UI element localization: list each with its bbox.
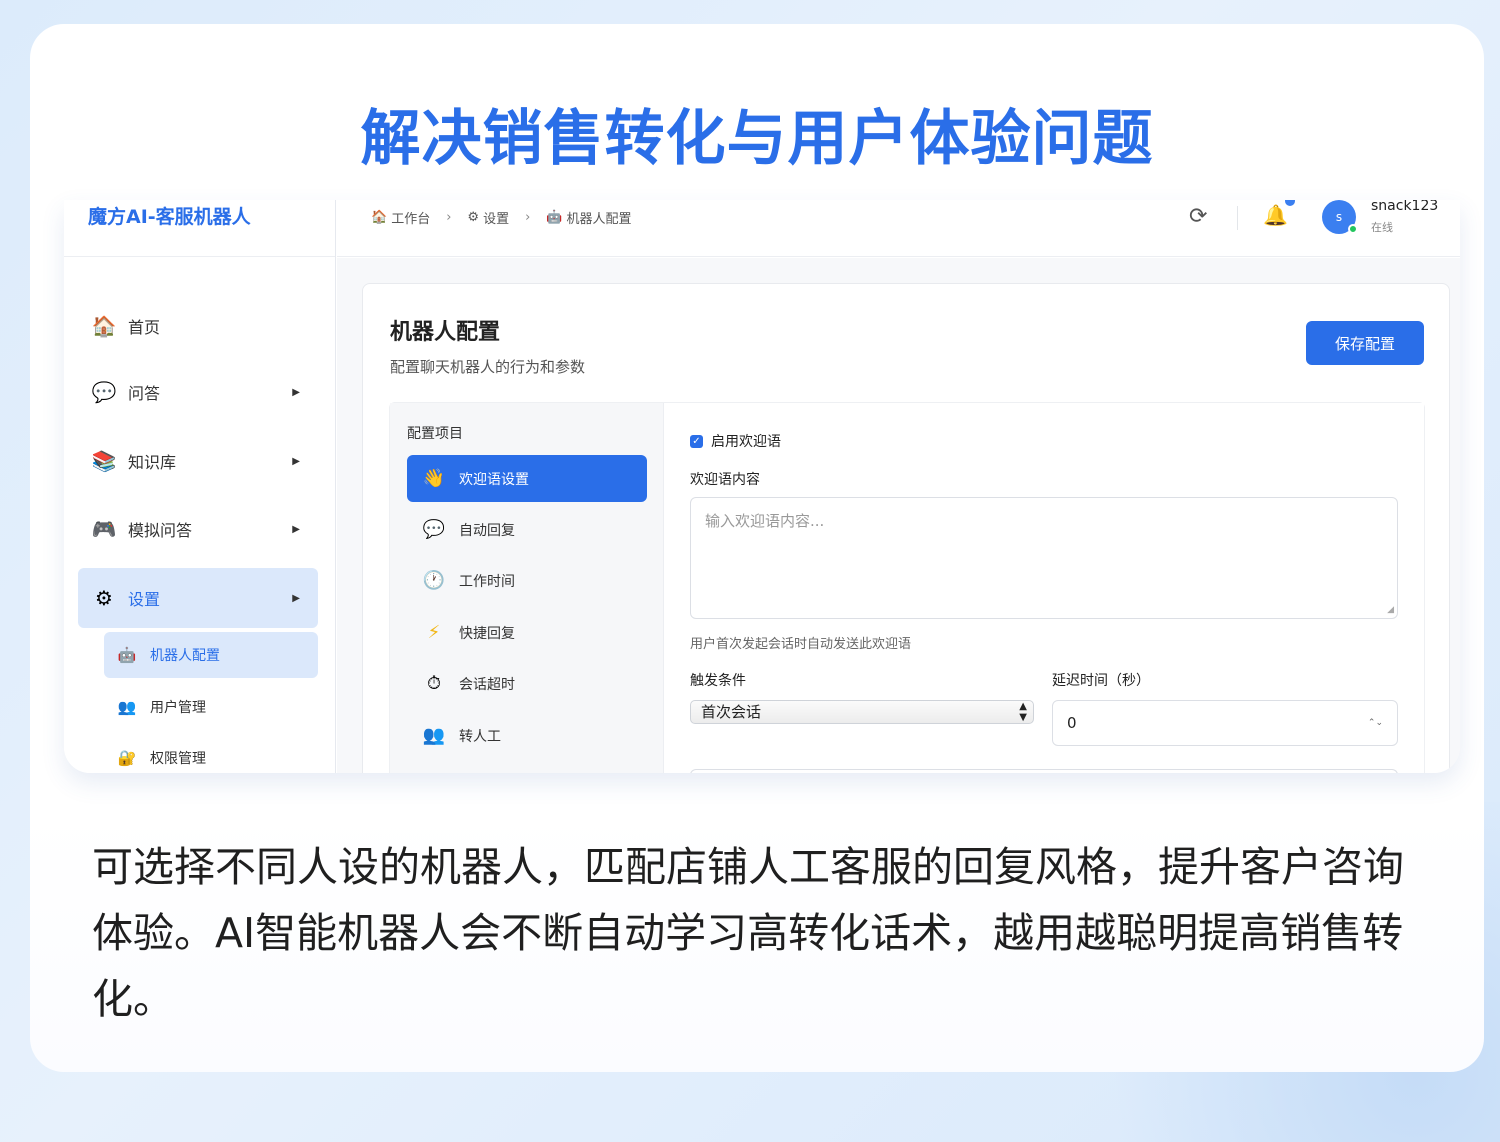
- enable-welcome-checkbox[interactable]: ✓: [690, 434, 703, 448]
- topbar: 🏠 工作台 › ⚙ 设置 › 🤖 机器人配置 ⟳ 🔔 s snack123 在线: [337, 200, 1460, 257]
- house-icon: 🏠: [91, 314, 117, 338]
- online-indicator: [1348, 224, 1358, 234]
- config-item-label: 欢迎语设置: [459, 471, 529, 488]
- sidebar-subitem-user-management[interactable]: 👥 用户管理: [104, 684, 318, 730]
- expand-arrow-icon: ▶: [292, 592, 300, 604]
- main-content: 机器人配置 配置聊天机器人的行为和参数 保存配置 配置项目 👋 欢迎语设置 💬 …: [337, 258, 1460, 773]
- lock-icon: 🔐: [117, 749, 137, 767]
- books-icon: 📚: [91, 449, 117, 473]
- speech-bubble-icon: 💬: [422, 519, 446, 540]
- delay-input[interactable]: 0 ⌃⌄: [1052, 700, 1398, 746]
- sidebar-subitem-permission[interactable]: 🔐 权限管理: [104, 735, 318, 773]
- config-area: 配置项目 👋 欢迎语设置 💬 自动回复 🕐 工作时间 ⚡ 快捷回复 ⏱ 会话超时…: [389, 402, 1425, 773]
- lightning-icon: ⚡: [427, 622, 441, 643]
- config-item-quick-reply[interactable]: ⚡ 快捷回复: [407, 609, 647, 656]
- notification-badge: [1283, 200, 1297, 208]
- save-config-button[interactable]: 保存配置: [1306, 321, 1424, 365]
- clock-icon: 🕐: [422, 570, 446, 591]
- sidebar-item-label: 首页: [128, 318, 161, 337]
- trigger-label: 触发条件: [690, 673, 746, 689]
- users-icon: 👥: [117, 698, 137, 716]
- select-arrows-icon: ▲ ▼: [1019, 701, 1027, 723]
- sidebar: 魔方AI-客服机器人 🏠 首页 💬 问答 ▶ 📚 知识库 ▶ 🎮 模拟问答 ▶: [64, 200, 336, 773]
- sidebar-item-home[interactable]: 🏠 首页: [78, 296, 318, 356]
- sidebar-item-knowledge[interactable]: 📚 知识库 ▶: [78, 431, 318, 491]
- headline: 解决销售转化与用户体验问题: [360, 104, 1154, 174]
- robot-config-panel: 机器人配置 配置聊天机器人的行为和参数 保存配置 配置项目 👋 欢迎语设置 💬 …: [362, 283, 1450, 773]
- robot-icon: 🤖: [117, 646, 137, 664]
- enable-welcome-label: 启用欢迎语: [711, 434, 781, 450]
- stepper-icon[interactable]: ⌃⌄: [1368, 701, 1383, 745]
- divider: [1237, 206, 1238, 230]
- trigger-select-value: 首次会话: [701, 703, 762, 721]
- textarea-placeholder: 输入欢迎语内容...: [705, 512, 825, 530]
- sidebar-subitem-label: 权限管理: [150, 751, 206, 767]
- config-item-session-timeout[interactable]: ⏱ 会话超时: [407, 660, 647, 707]
- breadcrumb-separator: ›: [446, 210, 452, 225]
- gear-icon: ⚙: [95, 586, 113, 610]
- expand-arrow-icon: ▶: [292, 523, 300, 535]
- sidebar-item-label: 设置: [128, 590, 161, 609]
- speech-bubble-icon: 💬: [91, 380, 117, 404]
- breadcrumb-workbench[interactable]: 工作台: [391, 208, 430, 227]
- enable-welcome-row: ✓ 启用欢迎语: [690, 431, 781, 451]
- welcome-form: ✓ 启用欢迎语 欢迎语内容 输入欢迎语内容... ◢ 用户首次发起会话时自动发送…: [690, 403, 1424, 773]
- config-item-welcome[interactable]: 👋 欢迎语设置: [407, 455, 647, 502]
- config-item-work-hours[interactable]: 🕐 工作时间: [407, 557, 647, 604]
- sidebar-item-qa[interactable]: 💬 问答 ▶: [78, 362, 318, 422]
- config-menu: 配置项目 👋 欢迎语设置 💬 自动回复 🕐 工作时间 ⚡ 快捷回复 ⏱ 会话超时…: [390, 403, 664, 773]
- refresh-icon[interactable]: ⟳: [1189, 204, 1207, 229]
- sidebar-item-label: 问答: [128, 384, 161, 403]
- config-item-label: 快捷回复: [459, 625, 515, 642]
- config-item-transfer-human[interactable]: 👥 转人工: [407, 712, 647, 759]
- robot-icon: 🤖: [546, 210, 563, 225]
- page-subtitle: 配置聊天机器人的行为和参数: [390, 358, 586, 376]
- description-text: 可选择不同人设的机器人，匹配店铺人工客服的回复风格，提升客户咨询体验。AI智能机…: [92, 843, 1404, 1023]
- house-icon: 🏠: [371, 210, 388, 225]
- welcome-hint: 用户首次发起会话时自动发送此欢迎语: [690, 637, 912, 652]
- bell-icon[interactable]: 🔔: [1263, 203, 1288, 227]
- welcome-content-textarea[interactable]: 输入欢迎语内容... ◢: [690, 497, 1398, 619]
- sidebar-item-label: 模拟问答: [128, 521, 193, 540]
- breadcrumb-separator: ›: [525, 210, 531, 225]
- sidebar-item-simulate[interactable]: 🎮 模拟问答 ▶: [78, 499, 318, 559]
- gamepad-icon: 🎮: [91, 517, 117, 541]
- stopwatch-icon: ⏱: [426, 673, 442, 694]
- sidebar-item-settings[interactable]: ⚙ 设置 ▶: [78, 568, 318, 628]
- user-name[interactable]: snack123: [1371, 200, 1438, 214]
- sidebar-subitem-label: 机器人配置: [150, 648, 220, 664]
- config-item-label: 转人工: [459, 728, 501, 745]
- app-screenshot: 魔方AI-客服机器人 🏠 首页 💬 问答 ▶ 📚 知识库 ▶ 🎮 模拟问答 ▶: [64, 200, 1460, 773]
- breadcrumb-robot-config: 机器人配置: [566, 212, 632, 227]
- config-item-label: 自动回复: [459, 522, 515, 539]
- users-icon: 👥: [422, 725, 446, 746]
- expand-arrow-icon: ▶: [292, 386, 300, 398]
- brand-title: 魔方AI-客服机器人: [64, 200, 335, 257]
- config-item-auto-reply[interactable]: 💬 自动回复: [407, 506, 647, 553]
- user-status: 在线: [1371, 221, 1393, 234]
- waving-hand-icon: 👋: [422, 468, 446, 489]
- breadcrumb: 🏠 工作台 › ⚙ 设置 › 🤖 机器人配置: [371, 208, 631, 227]
- promo-card: 解决销售转化与用户体验问题 魔方AI-客服机器人 🏠 首页 💬 问答 ▶ 📚 知…: [30, 24, 1484, 1072]
- sidebar-item-label: 知识库: [128, 453, 177, 472]
- config-item-label: 工作时间: [459, 573, 515, 590]
- resize-handle-icon[interactable]: ◢: [1387, 605, 1394, 615]
- trigger-select[interactable]: 首次会话 ▲ ▼: [690, 700, 1034, 724]
- page-title: 机器人配置: [390, 320, 501, 345]
- config-menu-header: 配置项目: [407, 426, 463, 442]
- expand-arrow-icon: ▶: [292, 455, 300, 467]
- breadcrumb-settings[interactable]: 设置: [483, 208, 509, 227]
- config-item-label: 会话超时: [459, 676, 515, 693]
- gear-icon: ⚙: [467, 210, 480, 225]
- delay-input-value: 0: [1067, 714, 1077, 732]
- sidebar-subitem-robot-config[interactable]: 🤖 机器人配置: [104, 632, 318, 678]
- sidebar-subitem-label: 用户管理: [150, 700, 206, 716]
- delay-label: 延迟时间（秒）: [1052, 673, 1150, 689]
- welcome-content-label: 欢迎语内容: [690, 472, 760, 488]
- next-field-edge: [690, 769, 1398, 773]
